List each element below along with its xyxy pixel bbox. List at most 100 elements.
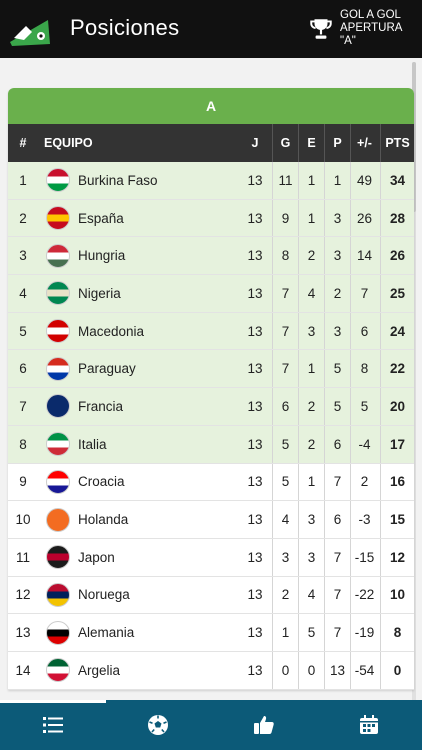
col-header-goal-diff: +/-	[350, 124, 380, 162]
table-row[interactable]: 9 Croacia 13 5 1 7 2 16	[8, 463, 414, 502]
row-drawn: 2	[298, 425, 324, 463]
row-lost: 1	[324, 162, 350, 199]
row-played: 13	[247, 323, 263, 339]
app-logo-icon[interactable]	[8, 12, 52, 48]
row-won: 7	[272, 350, 298, 388]
table-row[interactable]: 6 Paraguay 13 7 1 5 8 22	[8, 350, 414, 389]
row-won: 8	[272, 237, 298, 275]
row-won: 6	[272, 388, 298, 425]
table-row[interactable]: 8 Italia 13 5 2 6 -4 17	[8, 425, 414, 464]
table-row[interactable]: 3 Hungria 13 8 2 3 14 26	[8, 237, 414, 276]
row-drawn: 5	[298, 614, 324, 651]
standings-list-icon[interactable]	[41, 713, 65, 737]
row-drawn: 3	[298, 538, 324, 576]
row-position: 12	[15, 587, 31, 603]
row-goal-diff: 14	[350, 237, 380, 275]
row-position: 5	[19, 323, 27, 339]
row-won: 9	[272, 199, 298, 237]
col-header-drawn: E	[298, 124, 324, 162]
row-goal-diff: -3	[350, 501, 380, 538]
table-row[interactable]: 11 Japon 13 3 3 7 -15 12	[8, 538, 414, 577]
row-lost: 7	[324, 538, 350, 576]
row-points: 20	[380, 388, 414, 425]
row-lost: 6	[324, 501, 350, 538]
table-row[interactable]: 1 Burkina Faso 13 11 1 1 49 34	[8, 162, 414, 200]
row-played: 13	[247, 662, 263, 678]
table-row[interactable]: 10 Holanda 13 4 3 6 -3 15	[8, 501, 414, 539]
team-name: Croacia	[78, 474, 125, 490]
row-lost: 7	[324, 614, 350, 651]
team-name: Italia	[78, 436, 107, 452]
nav-calendar[interactable]	[317, 700, 422, 750]
team-name: Argelia	[78, 662, 121, 678]
row-team: Burkina Faso	[38, 168, 238, 193]
team-flag-icon	[46, 206, 70, 231]
row-points: 16	[380, 463, 414, 501]
row-played: 13	[247, 549, 263, 565]
table-row[interactable]: 14 Argelia 13 0 0 13 -54 0	[8, 651, 414, 690]
row-lost: 5	[324, 350, 350, 388]
team-name: Japon	[78, 549, 115, 565]
team-flag-icon	[46, 545, 70, 570]
row-lost: 6	[324, 425, 350, 463]
team-name: Burkina Faso	[78, 172, 158, 188]
row-played: 13	[247, 625, 263, 641]
row-won: 4	[272, 501, 298, 538]
nav-favorites[interactable]	[211, 700, 317, 750]
row-won: 7	[272, 312, 298, 350]
team-name: Nigeria	[78, 285, 121, 301]
row-played: 13	[247, 474, 263, 490]
table-row[interactable]: 4 Nigeria 13 7 4 2 7 25	[8, 275, 414, 313]
row-lost: 7	[324, 576, 350, 614]
table-row[interactable]: 5 Macedonia 13 7 3 3 6 24	[8, 312, 414, 351]
row-team: Francia	[38, 394, 238, 419]
nav-matches[interactable]	[106, 700, 212, 750]
row-position: 10	[15, 512, 31, 528]
calendar-icon[interactable]	[357, 713, 381, 737]
nav-standings[interactable]	[0, 700, 106, 750]
row-team: Noruega	[38, 582, 238, 607]
team-flag-icon	[46, 582, 70, 607]
row-won: 5	[272, 425, 298, 463]
team-flag-icon	[46, 507, 70, 532]
soccer-ball-icon[interactable]	[146, 713, 170, 737]
row-drawn: 2	[298, 237, 324, 275]
row-position: 2	[19, 210, 27, 226]
row-played: 13	[247, 398, 263, 414]
row-team: Holanda	[38, 507, 238, 532]
page-title: Posiciones	[70, 15, 180, 40]
table-row[interactable]: 2 España 13 9 1 3 26 28	[8, 199, 414, 238]
competition-label[interactable]: GOL A GOL APERTURA "A"	[340, 9, 420, 48]
row-points: 28	[380, 199, 414, 237]
row-points: 12	[380, 538, 414, 576]
row-won: 7	[272, 275, 298, 312]
table-row[interactable]: 7 Francia 13 6 2 5 5 20	[8, 388, 414, 426]
col-header-lost: P	[324, 124, 350, 162]
row-position: 3	[19, 248, 27, 264]
row-position: 8	[19, 436, 27, 452]
competition-line-2: APERTURA	[340, 22, 403, 34]
row-points: 26	[380, 237, 414, 275]
team-name: Alemania	[78, 625, 135, 641]
row-drawn: 3	[298, 312, 324, 350]
group-name: A	[205, 98, 217, 114]
row-drawn: 1	[298, 162, 324, 199]
row-drawn: 1	[298, 350, 324, 388]
thumbs-up-icon[interactable]	[252, 713, 276, 737]
col-header-team: EQUIPO	[44, 136, 93, 150]
row-goal-diff: 8	[350, 350, 380, 388]
table-row[interactable]: 13 Alemania 13 1 5 7 -19 8	[8, 614, 414, 652]
team-flag-icon	[46, 319, 70, 344]
row-goal-diff: -19	[350, 614, 380, 651]
row-drawn: 2	[298, 388, 324, 425]
app-header: Posiciones GOL A GOL APERTURA "A"	[0, 0, 422, 58]
team-flag-icon	[46, 620, 70, 645]
row-played: 13	[247, 248, 263, 264]
row-position: 6	[19, 361, 27, 377]
row-played: 13	[247, 361, 263, 377]
table-row[interactable]: 12 Noruega 13 2 4 7 -22 10	[8, 576, 414, 615]
table-body: 1 Burkina Faso 13 11 1 1 49 34 2 España 13 9 1 3 26 28 3…	[8, 162, 414, 690]
team-flag-icon	[46, 356, 70, 381]
row-goal-diff: 2	[350, 463, 380, 501]
team-flag-icon	[46, 394, 70, 419]
